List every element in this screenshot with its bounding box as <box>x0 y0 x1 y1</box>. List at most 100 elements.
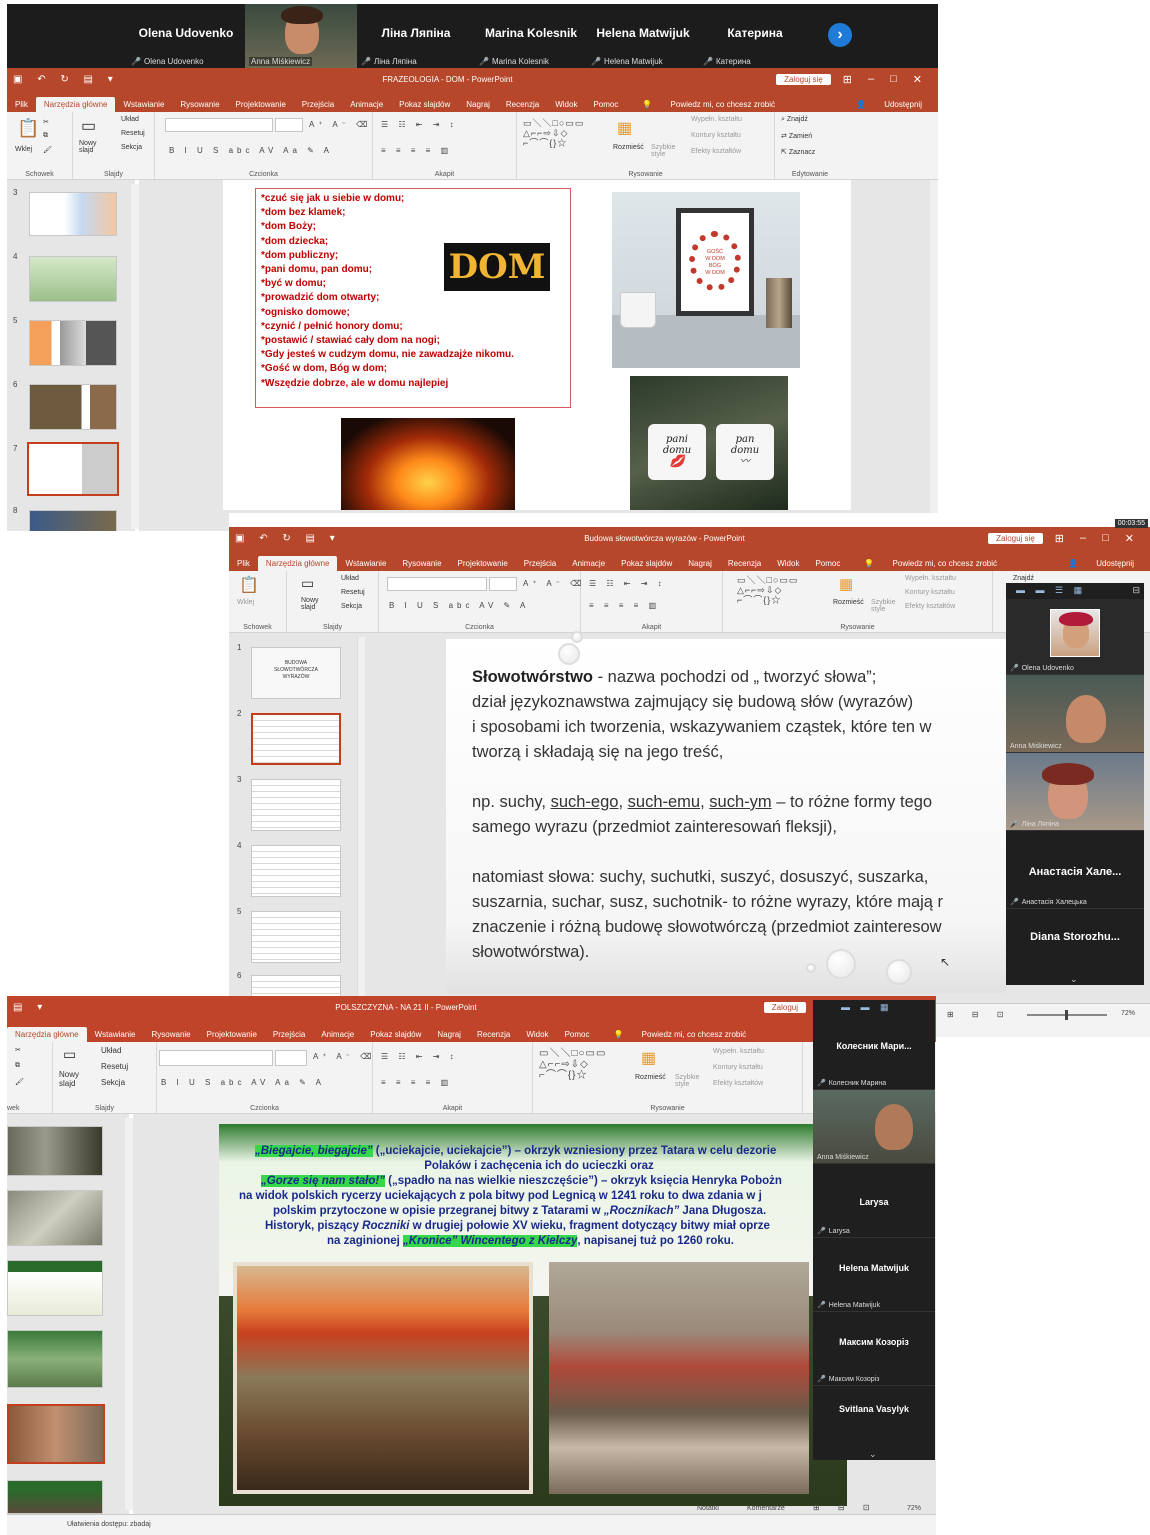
tab-widok[interactable]: Widok <box>547 97 585 112</box>
new-slide-button[interactable]: Nowy slajd <box>79 140 105 154</box>
participant-tile[interactable]: Анастасія Хале... 🎤 Анастасія Халецька <box>1006 831 1144 909</box>
slide-thumbnail[interactable] <box>251 845 341 897</box>
new-slide-button[interactable]: Nowy slajd <box>59 1070 87 1088</box>
quick-styles-button[interactable]: Szybkie style <box>871 599 899 613</box>
tab-widok[interactable]: Widok <box>769 556 807 571</box>
ribbon-display-icon[interactable]: ⊞ <box>843 73 852 86</box>
tab-recenzja[interactable]: Recenzja <box>469 1027 518 1042</box>
participant-video-tile[interactable]: Anna Miśkiewicz <box>1006 675 1144 753</box>
new-slide-icon[interactable]: ▭ <box>81 116 96 136</box>
align-buttons[interactable]: ≡ ≡ ≡ ≡ ▥ <box>381 1078 452 1087</box>
login-button[interactable]: Zaloguj się <box>988 532 1043 544</box>
font-size-input[interactable] <box>275 1050 307 1066</box>
view-buttons[interactable]: ⊞ ⊟ ⊡ <box>947 1010 1012 1019</box>
font-size-input[interactable] <box>275 118 303 132</box>
shape-fill-button[interactable]: Wypełn. kształtu <box>713 1048 764 1055</box>
cut-icon[interactable]: ✂ <box>15 1046 21 1054</box>
paste-icon[interactable]: 📋 <box>17 118 39 139</box>
tab-animacje[interactable]: Animacje <box>342 97 391 112</box>
section-button[interactable]: Sekcja <box>121 144 142 151</box>
shape-outline-button[interactable]: Kontury kształtu <box>905 589 955 596</box>
shape-outline-button[interactable]: Kontury kształtu <box>713 1064 763 1071</box>
tab-wstawianie[interactable]: Wstawianie <box>115 97 172 112</box>
tab-pomoc[interactable]: Pomoc <box>557 1027 598 1042</box>
phrases-box[interactable]: *czuć się jak u siebie w domu; *dom bez k… <box>255 188 571 408</box>
tab-pokaz-slajdów[interactable]: Pokaz slajdów <box>362 1027 429 1042</box>
replace-button[interactable]: ⇄ Zamień <box>781 132 812 140</box>
tab-plik[interactable]: Plik <box>229 556 258 571</box>
tab-recenzja[interactable]: Recenzja <box>720 556 769 571</box>
share-button[interactable]: 👤 Udostępnij <box>1052 556 1150 571</box>
thumbnail-scrollbar[interactable] <box>125 1118 133 1510</box>
layout-button[interactable]: Układ <box>121 116 139 123</box>
login-button[interactable]: Zaloguj <box>763 1001 806 1013</box>
tab-pokaz-slajdów[interactable]: Pokaz slajdów <box>613 556 680 571</box>
slide-thumbnail-selected[interactable] <box>27 442 119 496</box>
tab-nagraj[interactable]: Nagraj <box>429 1027 469 1042</box>
chevron-down-icon[interactable]: ⌄ <box>1070 974 1078 985</box>
zoom-percent[interactable]: 72% <box>907 1505 921 1512</box>
tab-wstawianie[interactable]: Wstawianie <box>87 1027 144 1042</box>
slide-thumbnail[interactable] <box>29 256 117 302</box>
tab-animacje[interactable]: Animacje <box>564 556 613 571</box>
slide-thumbnail[interactable] <box>251 911 341 963</box>
zoom-panel-toggle[interactable]: ⊟ <box>1132 585 1140 596</box>
tell-me-search[interactable]: 💡 Powiedz mi, co chcesz zrobić <box>626 97 791 112</box>
slide-thumbnail[interactable] <box>29 192 117 236</box>
slide-body-text[interactable]: Słowotwórstwo - nazwa pochodzi od „ twor… <box>472 665 1032 965</box>
thumbnail-scrollbar[interactable] <box>357 637 365 997</box>
tab-przejścia[interactable]: Przejścia <box>516 556 564 571</box>
participant-video-tile[interactable]: 🎤 Ліна Ляпіна <box>1006 753 1144 831</box>
close-icon[interactable]: ✕ <box>913 73 922 86</box>
reset-button[interactable]: Resetuj <box>121 130 145 137</box>
shape-fill-button[interactable]: Wypełn. kształtu <box>905 575 956 582</box>
chevron-down-icon[interactable]: ⌄ <box>869 1449 877 1460</box>
slide-thumbnail-selected[interactable] <box>7 1404 105 1464</box>
tab-rysowanie[interactable]: Rysowanie <box>394 556 449 571</box>
list-buttons[interactable]: ☰ ☷ ⇤ ⇥ ↕ <box>381 1052 458 1061</box>
tab-pomoc[interactable]: Pomoc <box>807 556 848 571</box>
font-name-input[interactable] <box>165 118 273 132</box>
quick-access-icons[interactable]: ▣ ↶ ↻ ▤ ▾ <box>13 74 119 85</box>
slide-thumbnail[interactable] <box>7 1190 103 1246</box>
tab-przejścia[interactable]: Przejścia <box>265 1027 313 1042</box>
font-format-buttons[interactable]: B I U S abc AV ✎ A <box>389 601 529 610</box>
zoom-view-controls[interactable]: ▬ ▬ ▦ <box>841 1002 893 1013</box>
participant-tile[interactable]: Максим Козоріз 🎤 Максим Козоріз <box>813 1312 935 1386</box>
arrange-button[interactable]: Rozmieść <box>833 599 864 606</box>
slide-thumbnail[interactable] <box>251 779 341 831</box>
tab-pokaz-slajdów[interactable]: Pokaz slajdów <box>391 97 458 112</box>
accessibility-status[interactable]: Ułatwienia dostępu: zbadaj <box>67 1521 151 1528</box>
section-button[interactable]: Sekcja <box>341 603 362 610</box>
find-button[interactable]: Znajdź <box>1013 575 1034 582</box>
quick-styles-button[interactable]: Szybkie style <box>675 1074 703 1088</box>
shapes-gallery[interactable]: ▭＼＼□○▭▭ △⌐⌐⇨⇩◇ ⌐⌒⌒{}☆ <box>737 575 798 605</box>
list-buttons[interactable]: ☰ ☷ ⇤ ⇥ ↕ <box>589 579 666 588</box>
shapes-gallery[interactable]: ▭＼＼□○▭▭ △⌐⌐⇨⇩◇ ⌐⌒⌒{}☆ <box>539 1048 606 1081</box>
slide-canvas[interactable]: *czuć się jak u siebie w domu; *dom bez k… <box>223 180 851 510</box>
tab-projektowanie[interactable]: Projektowanie <box>450 556 516 571</box>
font-format-buttons[interactable]: B I U S abc AV Aa ✎ A <box>161 1078 325 1087</box>
slide-canvas[interactable]: „Biegajcie, biegajcie” („uciekajcie, uci… <box>219 1124 847 1506</box>
slide-thumbnails-panel[interactable]: 3 4 5 6 7 8 <box>7 180 135 531</box>
tab-projektowanie[interactable]: Projektowanie <box>228 97 294 112</box>
maximize-icon[interactable]: □ <box>1102 532 1109 544</box>
new-slide-button[interactable]: Nowy slajd <box>301 597 327 611</box>
arrange-icon[interactable]: ▦ <box>839 575 853 593</box>
slide-thumbnail[interactable] <box>7 1260 103 1316</box>
participant-tile[interactable]: Marina Kolesnik 🎤 Marina Kolesnik <box>475 4 587 68</box>
participant-tile[interactable]: Катерина 🎤 Катерина <box>699 4 811 68</box>
font-size-buttons[interactable]: A⁺ A⁻ ⌫ <box>523 579 585 588</box>
slide-thumbnails-panel[interactable] <box>7 1114 129 1514</box>
new-slide-icon[interactable]: ▭ <box>301 575 314 592</box>
font-size-buttons[interactable]: A⁺ A⁻ ⌫ <box>313 1052 375 1061</box>
slide-thumbnail-selected[interactable] <box>251 713 341 765</box>
align-buttons[interactable]: ≡ ≡ ≡ ≡ ▥ <box>589 601 660 610</box>
login-button[interactable]: Zaloguj się <box>776 73 831 85</box>
find-button[interactable]: ⌕ Znajdź <box>781 116 808 124</box>
font-name-input[interactable] <box>159 1050 273 1066</box>
slide-thumbnail[interactable]: BUDOWA SŁOWOTWÓRCZA WYRAZÓW <box>251 647 341 699</box>
font-format-buttons[interactable]: B I U S abc AV Aa ✎ A <box>169 146 333 155</box>
arrange-button[interactable]: Rozmieść <box>635 1074 666 1081</box>
paste-icon[interactable]: 📋 <box>239 575 259 595</box>
